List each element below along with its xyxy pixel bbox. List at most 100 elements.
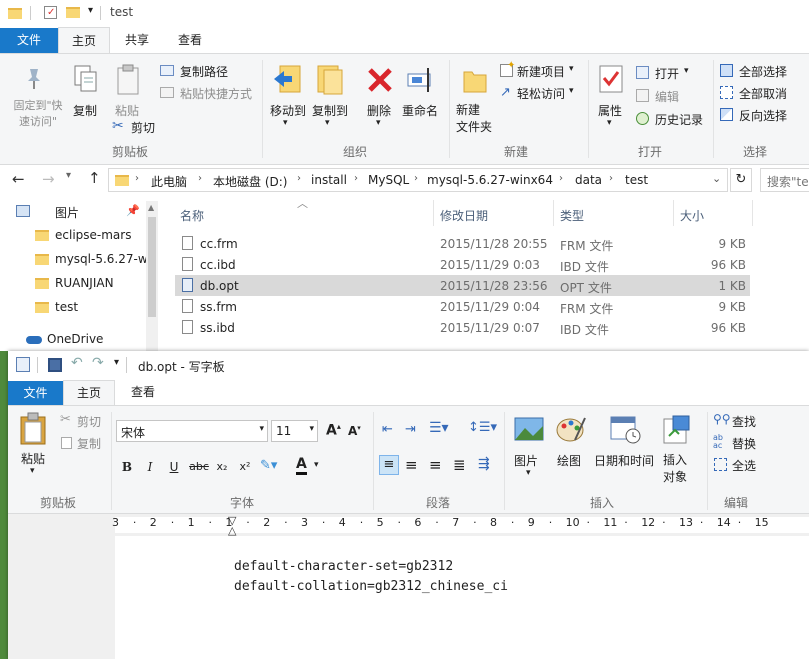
paste-button[interactable]: 粘贴 [112, 62, 146, 122]
address-dropdown-icon[interactable]: ⌄ [712, 172, 721, 185]
grow-font-icon[interactable]: A▴ [326, 422, 341, 439]
underline-button[interactable]: U [165, 458, 183, 476]
redo-icon[interactable]: ↷ [92, 355, 104, 371]
properties-button[interactable]: 属性 ▾ [594, 62, 628, 132]
file-row[interactable]: cc.frm 2015/11/28 20:55 FRM 文件 9 KB [175, 233, 750, 254]
cut-button[interactable]: ✂ 剪切 [60, 412, 110, 430]
column-header-size[interactable]: 大小 [680, 207, 704, 224]
recent-locations-chevron-icon[interactable]: ▾ [66, 170, 71, 181]
scroll-thumb[interactable] [148, 217, 156, 317]
undo-icon[interactable]: ↶ [71, 355, 83, 371]
qat-dropdown-icon[interactable]: ▾ [114, 357, 119, 368]
document-page[interactable] [115, 536, 809, 659]
font-size-select[interactable]: 11 ▾ [271, 420, 318, 442]
easy-access-button[interactable]: ↗ 轻松访问 ▾ [500, 84, 580, 102]
edit-button[interactable]: 编辑 [636, 87, 696, 105]
copy-to-button[interactable]: 复制到 ▾ [310, 62, 348, 132]
save-icon[interactable] [48, 358, 62, 372]
rename-button[interactable]: 重命名 [400, 62, 444, 122]
cut-button[interactable]: ✂ 剪切 [112, 118, 162, 136]
breadcrumb-item[interactable]: 此电脑 [151, 173, 187, 190]
paste-shortcut-button[interactable]: 粘贴快捷方式 [160, 84, 260, 102]
paint-drawing-button[interactable]: 绘图 [552, 412, 590, 472]
font-color-icon[interactable]: A [296, 456, 307, 475]
copy-button[interactable]: 复制 [70, 62, 104, 122]
tab-view[interactable]: 查看 [118, 380, 168, 405]
select-none-button[interactable]: 全部取消 [720, 84, 809, 102]
breadcrumb-item[interactable]: 本地磁盘 (D:) [213, 173, 287, 190]
up-arrow-icon[interactable]: ↑ [88, 169, 101, 187]
history-button[interactable]: 历史记录 [636, 110, 708, 128]
file-row-selected[interactable]: db.opt 2015/11/28 23:56 OPT 文件 1 KB [175, 275, 750, 296]
new-item-button[interactable]: ✦ 新建项目 ▾ [500, 60, 580, 80]
open-button[interactable]: 打开 ▾ [636, 64, 696, 82]
column-divider[interactable] [752, 200, 753, 226]
breadcrumb-item[interactable]: MySQL [368, 173, 409, 187]
highlight-color-icon[interactable]: ✎▾ [260, 458, 277, 473]
select-all-button[interactable]: 全选 [713, 456, 803, 474]
align-left-icon[interactable]: ≡ [379, 455, 399, 475]
column-header-name[interactable]: 名称 [180, 207, 204, 224]
nav-scrollbar[interactable]: ▲ [146, 201, 158, 351]
column-header-date[interactable]: 修改日期 [440, 207, 488, 224]
new-folder-qat-icon[interactable] [66, 7, 80, 18]
column-divider[interactable] [673, 200, 674, 226]
tab-share[interactable]: 共享 [112, 27, 162, 53]
datetime-button[interactable]: 日期和时间 [592, 412, 658, 472]
move-to-button[interactable]: 移动到 ▾ [268, 62, 306, 132]
nav-item-eclipse-mars[interactable]: eclipse-mars [0, 225, 146, 247]
file-row[interactable]: ss.frm 2015/11/29 0:04 FRM 文件 9 KB [175, 296, 750, 317]
back-arrow-icon[interactable]: ← [12, 170, 25, 188]
shrink-font-icon[interactable]: A▾ [348, 424, 361, 438]
ruler[interactable]: 3 · 2 · 1 · 1 · 2 · 3 · 4 · 5 · 6 · 7 · 8 · 9 · 10 · 11 · 12 · 13 · 14 · 1… [8, 514, 809, 537]
nav-item-pictures[interactable]: 图片 📌 [0, 201, 146, 223]
picture-button[interactable]: 图片 ▾ [510, 412, 548, 482]
select-all-button[interactable]: 全部选择 [720, 62, 809, 80]
nav-item-test[interactable]: test [0, 297, 146, 319]
wordpad-app-icon[interactable] [16, 357, 30, 372]
insert-object-button[interactable]: 插入 对象 [658, 412, 696, 492]
breadcrumb-item[interactable]: data [575, 173, 602, 187]
pin-icon[interactable]: 📌 [126, 204, 140, 217]
bullets-icon[interactable]: ☰▾ [429, 420, 449, 436]
refresh-icon[interactable]: ↻ [730, 168, 752, 192]
column-divider[interactable] [433, 200, 434, 226]
decrease-indent-icon[interactable]: ⇤ [382, 422, 393, 437]
pin-quick-access-button[interactable]: 固定到"快速访问" [6, 62, 63, 132]
nav-item-ruanjian[interactable]: RUANJIAN [0, 273, 146, 295]
column-divider[interactable] [553, 200, 554, 226]
new-folder-button[interactable]: 新建 文件夹 [454, 62, 496, 142]
tab-home[interactable]: 主页 [58, 27, 110, 54]
subscript-button[interactable]: x₂ [213, 458, 231, 476]
font-family-select[interactable]: 宋体 ▾ [116, 420, 268, 442]
replace-button[interactable]: ab ac 替换 [713, 434, 803, 452]
breadcrumb-item[interactable]: mysql-5.6.27-winx64 [427, 173, 553, 187]
file-row[interactable]: ss.ibd 2015/11/29 0:07 IBD 文件 96 KB [175, 317, 750, 338]
tab-file[interactable]: 文件 [8, 381, 63, 405]
column-header-type[interactable]: 类型 [560, 207, 584, 224]
paragraph-settings-icon[interactable]: ⇶ [478, 456, 490, 472]
forward-arrow-icon[interactable]: → [42, 170, 55, 188]
nav-item-mysql[interactable]: mysql-5.6.27-w [0, 249, 146, 271]
superscript-button[interactable]: x² [236, 458, 254, 476]
qat-dropdown-icon[interactable]: ▾ [88, 5, 93, 16]
justify-icon[interactable]: ≣ [453, 456, 466, 474]
tab-view[interactable]: 查看 [164, 27, 216, 53]
nav-item-onedrive[interactable]: OneDrive [0, 329, 146, 351]
breadcrumb-item[interactable]: install [311, 173, 347, 187]
paste-button[interactable]: 粘贴 ▾ [14, 410, 54, 484]
properties-qat-icon[interactable]: ✓ [44, 6, 57, 19]
italic-button[interactable]: I [141, 458, 159, 476]
delete-button[interactable]: 删除 ▾ [364, 62, 396, 132]
strikethrough-button[interactable]: abc [188, 458, 210, 476]
chevron-down-icon[interactable]: ▾ [314, 460, 319, 470]
align-right-icon[interactable]: ≡ [429, 456, 442, 474]
line-spacing-icon[interactable]: ↕☰▾ [468, 420, 497, 435]
align-center-icon[interactable]: ≡ [405, 456, 418, 474]
tab-file[interactable]: 文件 [0, 28, 58, 53]
copy-button[interactable]: 复制 [60, 434, 110, 452]
search-input[interactable]: 搜索"te [760, 168, 809, 192]
address-bar[interactable]: › 此电脑 › 本地磁盘 (D:) › install › MySQL › my… [108, 168, 728, 192]
file-row[interactable]: cc.ibd 2015/11/29 0:03 IBD 文件 96 KB [175, 254, 750, 275]
scroll-up-icon[interactable]: ▲ [148, 203, 154, 212]
